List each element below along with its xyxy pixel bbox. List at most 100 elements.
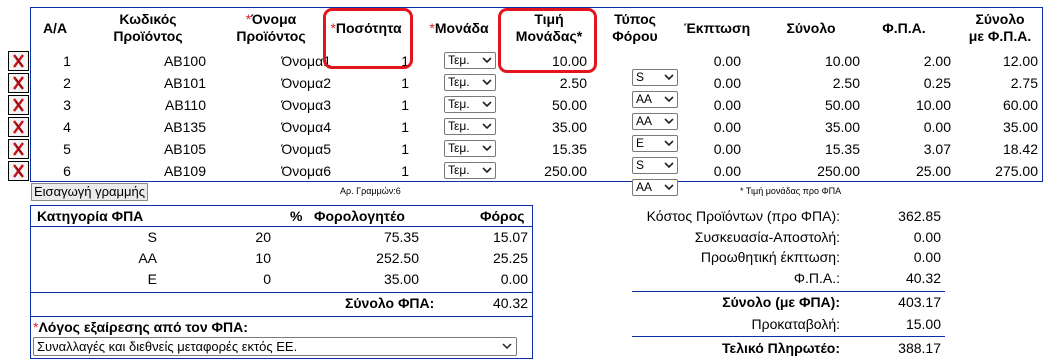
row-product-code[interactable]: AB109 [111,162,206,180]
vat-exemption-reason-label: *Λόγος εξαίρεσης από τον ΦΠΑ: [33,319,248,335]
row-unit-select[interactable]: Τεμ. [444,96,496,113]
vat-reason-divider [31,316,532,317]
chevron-down-icon [481,75,493,90]
row-discount[interactable]: 0.00 [686,118,741,136]
header-tax-type: Τύπος Φόρου [612,11,658,44]
chevron-down-icon [481,97,493,112]
delete-x-icon [13,76,24,90]
row-quantity[interactable]: 1 [341,118,409,136]
vat-total-value: 40.32 [492,295,528,311]
row-product-code[interactable]: AB105 [111,140,206,158]
row-vat: 10.00 [915,97,951,113]
vat-exemption-reason-select[interactable]: Συναλλαγές και διεθνείς μεταφορές εκτός … [33,337,517,356]
row-discount[interactable]: 0.00 [686,74,741,92]
row-aa: 1 [63,53,71,69]
delete-row-button[interactable] [8,139,29,159]
vat-total-label: Σύνολο ΦΠΑ: [345,295,435,311]
row-aa: 5 [63,141,71,157]
row-quantity[interactable]: 1 [341,74,409,92]
highlight-quantity [323,8,413,69]
row-quantity[interactable]: 1 [341,140,409,158]
row-product-name[interactable]: Όνομα3 [231,96,331,114]
vat-header-taxable: Φορολογητέο [314,208,405,224]
delete-row-button[interactable] [8,117,29,137]
row-product-name[interactable]: Όνομα2 [231,74,331,92]
row-grand-total: 12.00 [1002,53,1038,69]
row-unit-price[interactable]: 250.00 [509,162,587,180]
row-product-code[interactable]: AB101 [111,74,206,92]
vat-row-tax: 25.25 [492,250,528,266]
row-product-code[interactable]: AB135 [111,118,206,136]
chevron-down-icon [481,119,493,134]
row-discount[interactable]: 0.00 [686,140,741,158]
header-product-code: Κωδικός Προϊόντος [113,11,183,44]
header-unit: *Μονάδα [429,19,489,36]
add-row-button[interactable]: Εισαγωγή γραμμής [31,183,148,201]
row-vat: 0.25 [923,75,951,91]
table-row: 6 AB109 Όνομα6 1 Τεμ. 250.00 AA 0.00 250.00 25.00… [31,160,1042,196]
row-unit-price[interactable]: 2.50 [509,74,587,92]
vat-summary-table: Κατηγορία ΦΠΑ % Φορολογητέο Φόρος S 20 75.… [30,205,533,359]
highlight-unit-price [498,8,597,73]
vat-row-tax: 0.00 [500,271,528,287]
delete-row-button[interactable] [8,73,29,93]
vat-row-category: S [147,229,157,245]
row-total: 250.00 [817,163,860,179]
row-total: 10.00 [824,53,860,69]
row-discount[interactable]: 0.00 [686,96,741,114]
vat-header-divider [31,226,532,227]
row-unit-price[interactable]: 50.00 [509,96,587,114]
row-unit-select[interactable]: Τεμ. [444,162,496,179]
row-unit-select[interactable]: Τεμ. [444,140,496,157]
row-quantity[interactable]: 1 [341,96,409,114]
vat-row-percent: 0 [263,271,271,287]
vat-header-tax: Φόρος [480,208,525,224]
row-product-code[interactable]: AB110 [111,96,206,114]
row-unit-select[interactable]: Τεμ. [444,52,496,69]
header-discount: Έκπτωση [683,19,751,36]
summary-total-with-vat: Σύνολο (με ΦΠΑ): 403.17 [722,294,941,310]
row-grand-total: 2.75 [1010,75,1038,91]
vat-row-category: E [147,271,157,287]
price-note: * Τιμή μονάδας προ ΦΠΑ [740,186,842,196]
vat-row-taxable: 75.35 [383,229,419,245]
vat-header-category: Κατηγορία ΦΠΑ [37,208,144,224]
row-discount[interactable]: 0.00 [686,162,741,180]
row-tax-type-select[interactable]: AA [632,179,678,196]
row-unit-price[interactable]: 15.35 [509,140,587,158]
delete-x-icon [13,142,24,156]
vat-total-divider [31,292,532,293]
delete-x-icon [13,54,24,68]
vat-row: E 0 35.00 0.00 [31,270,532,290]
row-discount[interactable]: 0.00 [686,52,741,70]
vat-row-percent: 10 [255,250,271,266]
row-product-name[interactable]: Όνομα4 [231,118,331,136]
row-grand-total: 60.00 [1002,97,1038,113]
row-aa: 2 [63,75,71,91]
summary-final-payable: Τελικό Πληρωτέο: 388.17 [722,340,941,356]
table-row: 3 AB110 Όνομα3 1 Τεμ. 50.00 AA 0.00 50.00 10.00 60… [31,94,1042,130]
summary-promo-discount: Προωθητική έκπτωση: 0.00 [700,249,941,265]
table-row: 5 AB105 Όνομα5 1 Τεμ. 15.35 S 0.00 15.35 3.07 18.4… [31,138,1042,174]
row-product-name[interactable]: Όνομα6 [231,162,331,180]
row-grand-total: 275.00 [995,163,1038,179]
row-total: 2.50 [832,75,860,91]
delete-row-button[interactable] [8,95,29,115]
row-aa: 4 [63,119,71,135]
row-unit-select[interactable]: Τεμ. [444,118,496,135]
table-row: 4 AB135 Όνομα4 1 Τεμ. 35.00 E 0.00 35.00 0.00 35.0… [31,116,1042,152]
row-vat: 25.00 [915,163,951,179]
row-vat: 0.00 [923,119,951,135]
row-vat: 2.00 [923,53,951,69]
delete-row-button[interactable] [8,161,29,181]
row-count-note: Αρ. Γραμμών:6 [340,186,401,196]
table-row: 2 AB101 Όνομα2 1 Τεμ. 2.50 AA 0.00 2.50 0.25 2.75 [31,72,1042,108]
row-quantity[interactable]: 1 [341,162,409,180]
delete-row-button[interactable] [8,51,29,71]
row-unit-select[interactable]: Τεμ. [444,74,496,91]
summary-products-cost: Κόστος Προϊόντων (προ ΦΠΑ): 362.85 [646,208,941,224]
row-product-name[interactable]: Όνομα5 [231,140,331,158]
row-product-code[interactable]: AB100 [111,52,206,70]
row-unit-price[interactable]: 35.00 [509,118,587,136]
row-product-name[interactable]: Όνομα1 [231,52,331,70]
